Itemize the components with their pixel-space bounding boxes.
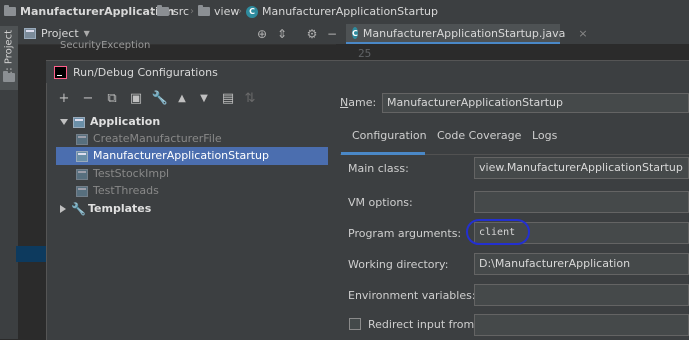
tree-item-create-manufacturer-file[interactable]: CreateManufacturerFile: [76, 130, 222, 148]
breadcrumb-src[interactable]: src: [157, 5, 189, 18]
working-directory-input[interactable]: D:\ManufacturerApplication: [474, 253, 689, 275]
java-class-icon: C: [352, 27, 358, 39]
intellij-icon: [54, 65, 67, 79]
breadcrumb-view-label: view: [214, 5, 240, 18]
chevron-down-icon: ▼: [83, 29, 90, 38]
tree-item-label: TestStockImpl: [93, 167, 170, 180]
close-icon[interactable]: ×: [578, 27, 587, 40]
tab-code-coverage[interactable]: Code Coverage: [437, 129, 521, 142]
wrench-icon[interactable]: 🔧: [151, 90, 169, 108]
project-view-selector[interactable]: Project ▼: [24, 27, 90, 40]
tree-item-label: ManufacturerApplicationStartup: [93, 149, 269, 162]
tree-item-label: CreateManufacturerFile: [93, 132, 222, 145]
navigation-bar: ManufacturerApplication › src › view › C…: [0, 0, 689, 25]
chevron-right-icon: ›: [149, 6, 153, 17]
tree-item-manufacturer-application-startup[interactable]: ManufacturerApplicationStartup: [56, 147, 328, 165]
java-class-icon: C: [246, 5, 258, 18]
tree-item-test-stock-impl[interactable]: TestStockImpl: [76, 165, 169, 183]
tree-item-label: TestThreads: [93, 184, 159, 197]
project-folder-icon: [4, 5, 16, 16]
save-icon[interactable]: ▣: [127, 90, 145, 108]
breadcrumb-src-label: src: [173, 5, 190, 18]
gear-icon[interactable]: ⚙: [304, 26, 320, 42]
tree-item-application[interactable]: Application: [60, 113, 160, 131]
configuration-form: [336, 155, 689, 339]
tree-item-templates-label: Templates: [88, 202, 152, 215]
breadcrumb-view[interactable]: view: [198, 5, 239, 18]
name-input[interactable]: ManufacturerApplicationStartup: [382, 93, 689, 113]
wrench-icon: 🔧: [71, 202, 86, 216]
locate-icon[interactable]: ⊕: [254, 26, 270, 42]
collapse-all-icon[interactable]: ⇕: [274, 26, 290, 42]
add-icon[interactable]: +: [55, 90, 73, 108]
breadcrumb-file-label: ManufacturerApplicationStartup: [262, 5, 438, 18]
working-directory-label: Working directory:: [348, 258, 449, 271]
vm-options-input[interactable]: [474, 191, 689, 213]
expand-arrow-icon[interactable]: [60, 205, 66, 213]
main-class-input[interactable]: view.ManufacturerApplicationStartup: [474, 157, 689, 179]
folder-icon: [198, 5, 210, 16]
application-icon: [73, 116, 85, 128]
redirect-input-field[interactable]: [474, 314, 689, 336]
name-label-text: ame:: [348, 96, 377, 109]
application-icon: [76, 133, 88, 145]
dialog-title: Run/Debug Configurations: [73, 65, 218, 79]
redirect-input-checkbox[interactable]: [349, 318, 361, 333]
editor-tab[interactable]: C ManufacturerApplicationStartup.java ×: [346, 24, 588, 44]
vm-options-label: VM options:: [348, 196, 413, 209]
copy-icon[interactable]: ⧉: [103, 90, 121, 108]
folder-icon: [3, 71, 15, 85]
sort-icon[interactable]: ⇅: [241, 90, 259, 108]
environment-variables-label: Environment variables:: [348, 289, 476, 302]
chevron-right-icon: ›: [190, 6, 194, 17]
new-folder-icon[interactable]: ▤: [219, 90, 237, 108]
application-icon: [76, 168, 88, 180]
highlight-circle: [466, 219, 530, 245]
move-up-icon[interactable]: ▲: [173, 90, 191, 108]
program-arguments-label: Program arguments:: [348, 227, 462, 240]
editor-tab-label: ManufacturerApplicationStartup.java: [362, 26, 566, 40]
redirect-input-label: Redirect input from:: [368, 318, 478, 331]
project-icon: [24, 28, 36, 39]
tree-item-templates[interactable]: 🔧 Templates: [60, 200, 151, 218]
dialog-title-bar: Run/Debug Configurations: [46, 61, 689, 83]
dialog-toolbar: + − ⧉ ▣ 🔧 ▲ ▼ ▤ ⇅: [55, 90, 325, 110]
tab-logs[interactable]: Logs: [532, 129, 557, 142]
expand-arrow-icon[interactable]: [60, 119, 68, 125]
remove-icon[interactable]: −: [79, 90, 97, 108]
application-icon: [76, 185, 88, 197]
name-label: Name:: [340, 96, 377, 109]
environment-variables-input[interactable]: [474, 284, 689, 306]
breadcrumb-file[interactable]: C ManufacturerApplicationStartup: [246, 5, 438, 18]
chevron-right-icon: ›: [238, 6, 242, 17]
main-class-label: Main class:: [348, 162, 409, 175]
application-icon: [76, 150, 88, 162]
move-down-icon[interactable]: ▼: [195, 90, 213, 108]
background-selection: [16, 246, 46, 262]
folder-icon: [157, 5, 169, 16]
tab-configuration[interactable]: Configuration: [352, 129, 427, 142]
tree-item-application-label: Application: [90, 115, 161, 128]
background-tree-item: SecurityException: [60, 40, 151, 51]
tree-item-test-threads[interactable]: TestThreads: [76, 182, 159, 200]
project-view-label: Project: [41, 27, 79, 40]
